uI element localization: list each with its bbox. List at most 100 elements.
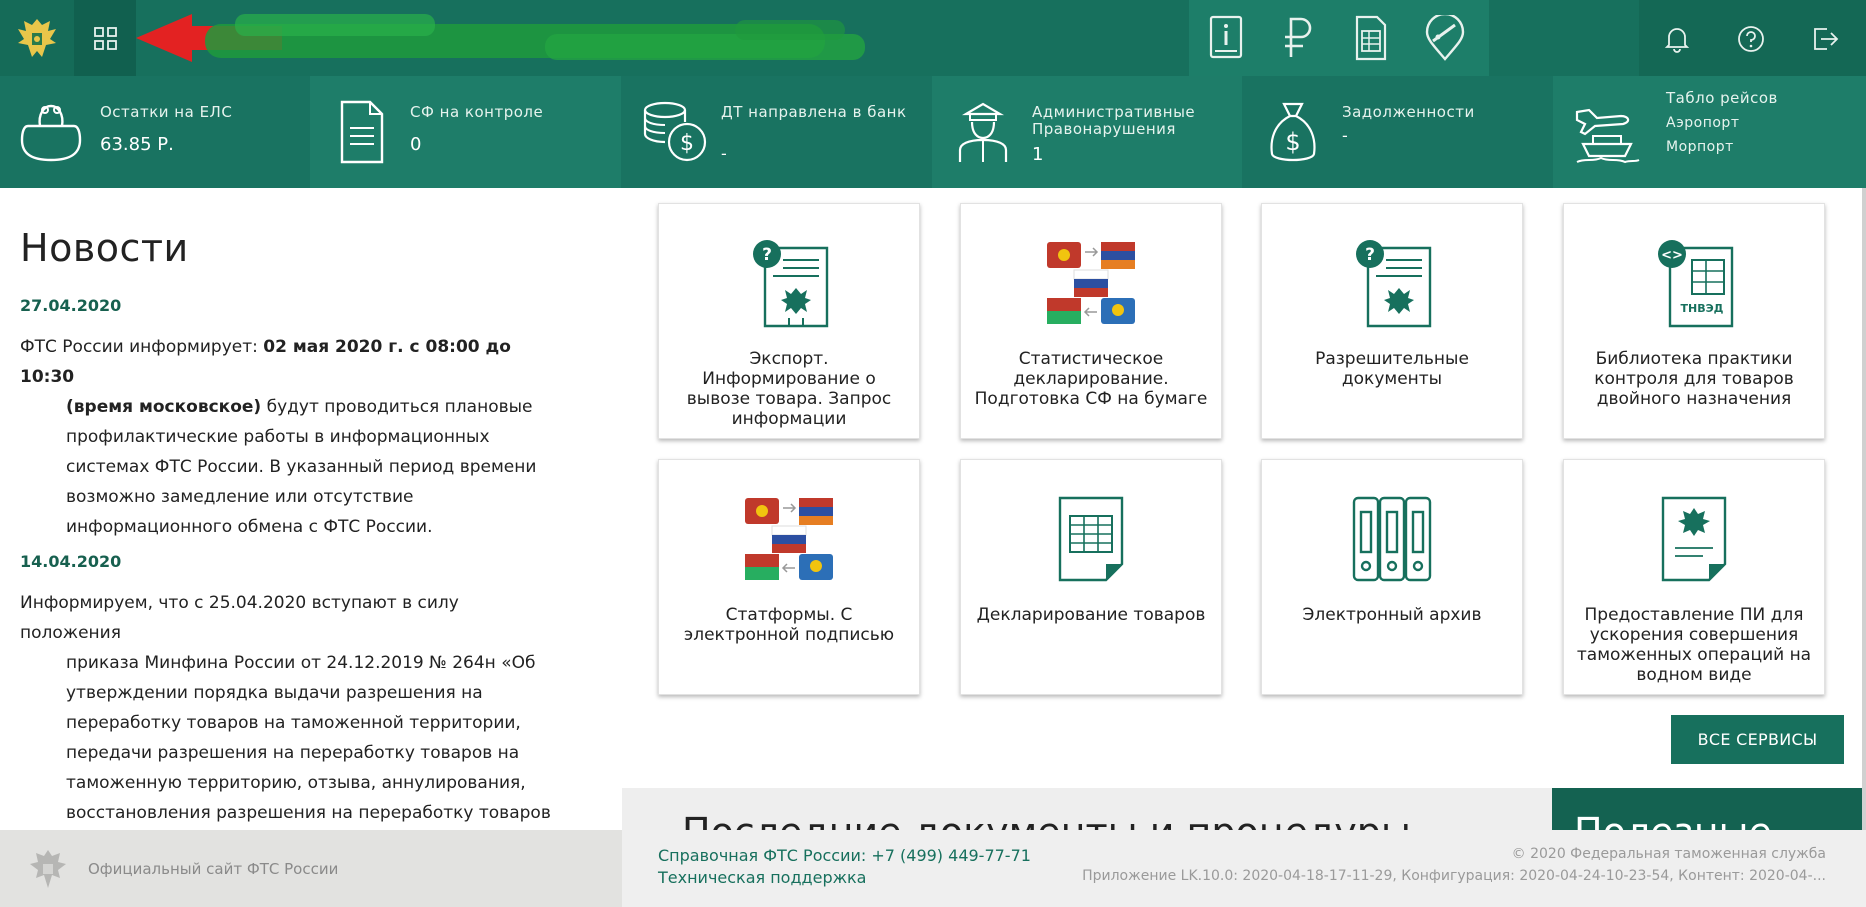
service-card-label: Предоставление ПИ для ускорения совершен… <box>1576 605 1812 685</box>
svg-text:?: ? <box>1365 245 1375 265</box>
news-date: 14.04.2020 <box>20 552 122 571</box>
debts-tile[interactable]: $ Задолженности - <box>1242 76 1553 188</box>
copyright-text: © 2020 Федеральная таможенная служба <box>1511 846 1826 862</box>
news-date: 27.04.2020 <box>20 296 122 315</box>
declaration-table-icon <box>1058 496 1124 582</box>
flights-board-tile[interactable]: Табло рейсов Аэропорт Морпорт <box>1553 76 1866 188</box>
ruble-icon <box>1285 17 1312 57</box>
tech-support-link[interactable]: Техническая поддержка <box>658 868 866 887</box>
binders-icon <box>1352 496 1432 582</box>
dt-bank-tile[interactable]: $ ДТ направлена в банк - <box>621 76 932 188</box>
admin-offenses-value: 1 <box>1032 144 1044 165</box>
news-heading: Новости <box>20 226 189 270</box>
info-book-icon <box>1209 15 1243 59</box>
document-icon <box>340 100 384 164</box>
service-card-water-transport[interactable]: Предоставление ПИ для ускорения совершен… <box>1563 459 1825 695</box>
logout-icon <box>1814 28 1839 50</box>
wallet-icon <box>20 104 82 162</box>
help-phone-link[interactable]: Справочная ФТС России: +7 (499) 449-77-7… <box>658 846 1031 865</box>
quick-services-group <box>1189 0 1489 76</box>
service-card-label: Разрешительные документы <box>1315 349 1469 389</box>
service-card-dual-use-library[interactable]: <> ТНВЭД Библиотека практики контроля дл… <box>1563 203 1825 439</box>
service-card-goods-declaration[interactable]: Декларирование товаров <box>960 459 1222 695</box>
account-summary-strip: Остатки на ЕЛС 63.85 Р. СФ на контроле 0… <box>0 76 1866 188</box>
els-balance-tile[interactable]: Остатки на ЕЛС 63.85 Р. <box>0 76 310 188</box>
eagle-emblem-icon <box>18 19 56 57</box>
els-balance-label: Остатки на ЕЛС <box>100 103 233 121</box>
service-card-export[interactable]: ? Экспорт. Информирование о вывозе товар… <box>658 203 920 439</box>
plane-ship-icon <box>1575 108 1640 164</box>
user-actions-group <box>1639 0 1866 76</box>
news-item-body: (время московское) будут проводиться пла… <box>20 392 560 542</box>
officer-icon <box>958 102 1008 162</box>
eagle-emblem-icon <box>30 850 66 888</box>
news-item-text: Информируем, что с 25.04.2020 вступают в… <box>20 588 560 830</box>
logout-button[interactable] <box>1787 0 1861 76</box>
version-info-text: Приложение LK.10.0: 2020-04-18-17-11-29,… <box>1082 868 1826 884</box>
service-card-statforms[interactable]: Статформы. С электронной подписью <box>658 459 920 695</box>
export-info-icon: ? <box>753 240 829 328</box>
service-card-label: Статистическое декларирование. Подготовк… <box>974 349 1208 409</box>
news-item-text: ФТС России информирует: 02 мая 2020 г. с… <box>20 332 560 542</box>
coins-icon: $ <box>643 101 707 162</box>
tnved-badge: ТНВЭД <box>1681 302 1724 315</box>
flights-board-label: Табло рейсов <box>1666 89 1778 107</box>
official-site-text: Официальный сайт ФТС России <box>88 860 339 878</box>
money-bag-icon: $ <box>1270 102 1316 162</box>
recent-documents-heading: Последние документы и процедуры <box>682 810 1411 830</box>
service-card-label: Декларирование товаров <box>976 605 1206 625</box>
service-card-label: Электронный архив <box>1302 605 1482 625</box>
dt-bank-label: ДТ направлена в банк <box>721 103 907 121</box>
top-navigation-bar <box>0 0 1866 76</box>
all-services-button[interactable]: ВСЕ СЕРВИСЫ <box>1671 715 1844 764</box>
service-card-label: Статформы. С электронной подписью <box>683 605 895 645</box>
sf-control-tile[interactable]: СФ на контроле 0 <box>310 76 621 188</box>
useful-links-section: Полезные <box>1552 788 1866 830</box>
service-card-statistical-declaration[interactable]: Статистическое декларирование. Подготовк… <box>960 203 1222 439</box>
debts-label: Задолженности <box>1342 103 1475 121</box>
airport-link[interactable]: Аэропорт <box>1666 115 1866 132</box>
documents-button[interactable] <box>1333 0 1407 76</box>
service-card-label: Экспорт. Информирование о вывозе товара.… <box>686 349 892 429</box>
sf-control-label: СФ на контроле <box>410 103 544 121</box>
apps-menu-button[interactable] <box>74 0 136 76</box>
info-book-button[interactable] <box>1189 0 1263 76</box>
notifications-button[interactable] <box>1639 0 1713 76</box>
news-panel: Новости 27.04.2020 ФТС России информируе… <box>0 188 622 830</box>
flags-exchange-icon <box>1047 242 1135 324</box>
useful-links-heading: Полезные <box>1574 810 1772 830</box>
page-scrollbar[interactable] <box>1862 188 1866 830</box>
news-bold-time: (время московское) <box>66 397 262 417</box>
question-circle-icon <box>1738 26 1764 52</box>
tnved-library-icon: <> ТНВЭД <box>1658 240 1734 328</box>
svg-text:?: ? <box>762 245 772 265</box>
footer: Официальный сайт ФТС России Справочная Ф… <box>0 830 1866 907</box>
seaport-link[interactable]: Морпорт <box>1666 139 1866 156</box>
svg-text:$: $ <box>1285 128 1300 156</box>
news-item-body: приказа Минфина России от 24.12.2019 № 2… <box>66 653 551 823</box>
news-lead: ФТС России информирует: <box>20 337 264 357</box>
news-lead: Информируем, что с 25.04.2020 вступают в… <box>20 593 459 643</box>
permit-document-icon: ? <box>1356 240 1432 328</box>
spreadsheet-document-icon <box>1355 15 1387 61</box>
els-balance-value: 63.85 Р. <box>100 134 174 155</box>
checkpoint-button[interactable] <box>1405 0 1479 76</box>
dt-bank-value: - <box>721 144 727 163</box>
help-button[interactable] <box>1713 0 1787 76</box>
flags-exchange-icon <box>745 498 833 580</box>
admin-offenses-label: Административные Правонарушения <box>1032 103 1196 138</box>
service-card-label: Библиотека практики контроля для товаров… <box>1594 349 1794 409</box>
service-card-electronic-archive[interactable]: Электронный архив <box>1261 459 1523 695</box>
news-body-text: будут проводиться плановые профилактичес… <box>66 397 537 537</box>
barrier-pin-icon <box>1425 15 1465 61</box>
service-card-permits[interactable]: ? Разрешительные документы <box>1261 203 1523 439</box>
recent-documents-section: Последние документы и процедуры <box>622 788 1552 830</box>
grid-icon <box>94 27 117 50</box>
official-site-link[interactable]: Официальный сайт ФТС России <box>0 830 622 907</box>
redacted-user-info <box>205 14 865 60</box>
fts-logo[interactable] <box>0 0 74 76</box>
svg-text:<>: <> <box>1661 248 1683 263</box>
sf-control-value: 0 <box>410 134 422 155</box>
admin-offenses-tile[interactable]: Административные Правонарушения 1 <box>932 76 1242 188</box>
payments-button[interactable] <box>1261 0 1335 76</box>
